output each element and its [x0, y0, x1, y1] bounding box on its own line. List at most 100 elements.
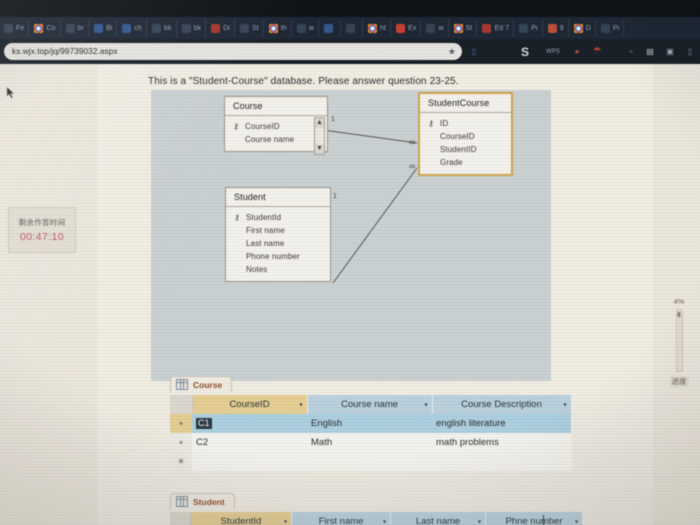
browser-tab[interactable]: w [422, 19, 449, 37]
browser-tab[interactable]: Bl [90, 19, 118, 37]
sort-caret-icon[interactable]: ▾ [424, 401, 427, 408]
column-header-coursename[interactable]: Course name ▾ [307, 395, 433, 414]
browser-tab[interactable]: St [450, 19, 478, 37]
browser-tab[interactable]: bk [178, 19, 207, 37]
browser-tab-label: th [280, 24, 287, 32]
browser-tab[interactable]: ch [118, 19, 147, 37]
row-expander-icon[interactable]: + [170, 414, 192, 433]
browser-tab[interactable]: w [293, 19, 320, 37]
browser-tab[interactable]: Pi [515, 19, 543, 37]
column-header-phonenumber[interactable]: Phne number ▾ [485, 512, 583, 525]
browser-tab[interactable]: Co [30, 19, 61, 37]
rel-table-course[interactable]: Course ⚷ CourseID Course name ▲ ▼ [224, 96, 328, 155]
cell-coursename[interactable]: English [307, 414, 432, 433]
browser-tab[interactable]: Pi [597, 19, 625, 37]
browser-tab[interactable] [342, 19, 364, 37]
window-titlebar [0, 0, 700, 17]
datasheet-tab-course[interactable]: Course [170, 376, 233, 392]
cell-courseid[interactable] [192, 452, 307, 471]
browser-tab[interactable]: br [62, 19, 89, 37]
remaining-time-value: 00:47:10 [19, 231, 65, 243]
progress-thumb[interactable] [677, 312, 681, 317]
rel-table-student[interactable]: Student ⚷ StudentId First name Last name… [225, 187, 331, 282]
cell-coursename[interactable] [307, 452, 432, 471]
browser-tab[interactable]: ht [364, 19, 392, 37]
cell-coursedescription[interactable]: english literature [432, 414, 571, 433]
column-header-coursedescription[interactable]: Course Description ▾ [432, 395, 572, 414]
cell-coursedescription[interactable]: math problems [432, 433, 571, 452]
row-expander-icon[interactable]: + [170, 433, 192, 452]
scroll-up-icon[interactable]: ▲ [315, 118, 324, 128]
sort-caret-icon[interactable]: ▾ [575, 518, 578, 525]
browser-tab[interactable]: Ex [392, 19, 422, 37]
browser-tab[interactable]: Ed 7 [478, 19, 515, 37]
rel-table-fields: ⚷ ID CourseID StudentID Grade [420, 113, 511, 174]
browser-tab-strip[interactable]: Fe Co br Bl ch bk bk Di St th w ht Ex w St Ed 7 Pi 9 D Pi [0, 17, 700, 39]
browser-tab[interactable] [320, 19, 342, 37]
table-header-row: CourseID ▾ Course name ▾ Course Descript… [170, 395, 572, 414]
column-header-studentid[interactable]: StudentId ▾ [190, 512, 292, 525]
remaining-time-widget: 剩余作答时间 00:47:10 [8, 207, 76, 253]
cell-coursedescription[interactable] [432, 452, 571, 471]
browser-tab[interactable]: D [570, 19, 596, 37]
browser-tab-label: St [252, 24, 259, 32]
column-header-lastname[interactable]: Last name ▾ [390, 512, 486, 525]
bookmark-icon[interactable]: ▯ [468, 46, 480, 58]
sort-caret-icon[interactable]: ▾ [563, 401, 566, 408]
sort-caret-icon[interactable]: ▾ [299, 401, 302, 408]
column-header-firstname[interactable]: First name ▾ [291, 512, 391, 525]
menu-icon[interactable]: ▯ [684, 46, 696, 58]
new-record-icon[interactable]: ✳ [170, 452, 192, 471]
address-bar[interactable]: ks.wjx.top/jq/99739032.aspx ★ [4, 43, 462, 60]
cell-coursename[interactable]: Math [307, 433, 432, 452]
rel-table-title: Course [225, 97, 327, 116]
browser-tab[interactable]: Fe [0, 19, 30, 37]
cell-courseid[interactable]: C2 [192, 433, 307, 452]
image-icon[interactable]: ▤ [644, 46, 656, 58]
browser-tab-label: Pi [612, 24, 620, 32]
rel-field-row: Last name [226, 237, 330, 250]
primary-key-icon: ⚷ [428, 119, 434, 128]
app-icon[interactable]: ▣ [664, 46, 676, 58]
scroll-down-icon[interactable]: ▼ [315, 144, 324, 154]
student-table[interactable]: StudentId ▾ First name ▾ Last name ▾ Phn… [170, 512, 583, 525]
course-table[interactable]: CourseID ▾ Course name ▾ Course Descript… [170, 395, 572, 471]
browser-tab-label: Fe [16, 24, 25, 32]
datasheet-tab-student[interactable]: Student [170, 493, 235, 509]
new-record-row[interactable]: ✳ [170, 452, 571, 471]
rel-table-studentcourse[interactable]: StudentCourse ⚷ ID CourseID StudentID Gr… [418, 92, 513, 176]
table-header-row: StudentId ▾ First name ▾ Last name ▾ Phn… [170, 512, 583, 525]
browser-tab[interactable]: Di [207, 19, 235, 37]
rel-field-label: StudentId [246, 213, 282, 222]
bookmark-star-icon[interactable]: ★ [448, 46, 456, 57]
column-header-courseid[interactable]: CourseID ▾ [192, 395, 308, 414]
umbrella-icon[interactable]: ☂ [592, 46, 602, 58]
row-select-header [170, 512, 191, 525]
table-row[interactable]: + C2 Math math problems [170, 433, 571, 452]
progress-track[interactable] [675, 309, 683, 372]
primary-key-icon: ⚷ [234, 213, 240, 222]
small-dot-icon[interactable]: ▫ [626, 46, 636, 58]
rel-table-title: StudentCourse [420, 94, 511, 113]
sort-caret-icon[interactable]: ▾ [383, 518, 386, 525]
browser-tab[interactable]: bk [148, 19, 177, 37]
table-scrollbar[interactable]: ▲ ▼ [314, 117, 325, 155]
rel-field-row: Course name [225, 133, 327, 146]
wps-icon[interactable]: WPS [546, 46, 560, 58]
dot-icon[interactable]: ● [572, 46, 582, 58]
column-header-label: First name [318, 516, 364, 525]
favicon-red [211, 23, 221, 33]
browser-tab[interactable]: th [265, 19, 292, 37]
sort-caret-icon[interactable]: ▾ [478, 518, 481, 525]
s-logo-icon[interactable]: S [518, 46, 532, 58]
exam-page: 剩余作答时间 00:47:10 4% 进度 This is a "Student… [0, 64, 700, 525]
browser-tab[interactable]: 9 [544, 19, 569, 37]
column-header-label: Course name [340, 399, 399, 410]
browser-tab[interactable]: St [236, 19, 264, 37]
favicon-generic [346, 23, 356, 33]
table-row[interactable]: + C1 English english literature [170, 414, 571, 433]
sort-caret-icon[interactable]: ▾ [284, 518, 287, 525]
cell-courseid[interactable]: C1 [192, 414, 307, 433]
browser-tab-label: ht [380, 24, 387, 32]
rel-field-row: ⚷ ID [420, 117, 511, 130]
